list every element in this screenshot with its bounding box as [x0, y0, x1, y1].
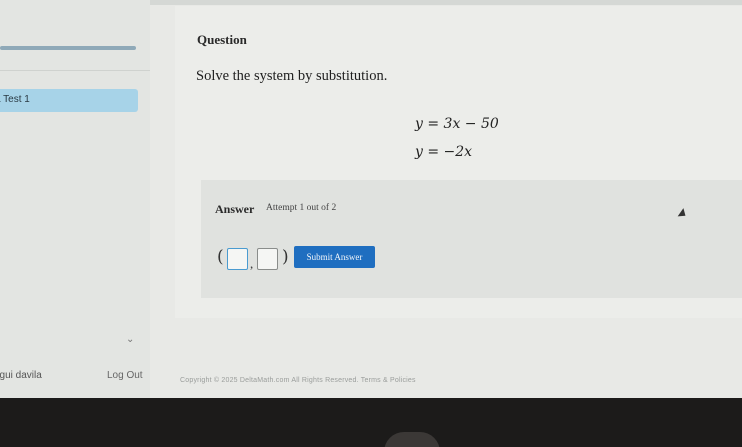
- answer-panel: [201, 180, 742, 298]
- copyright-text: Copyright © 2025 DeltaMath.com All Right…: [180, 377, 416, 384]
- open-paren: (: [217, 247, 224, 267]
- question-prompt: Solve the system by substitution.: [196, 68, 388, 84]
- submit-answer-button[interactable]: Submit Answer: [294, 246, 375, 268]
- progress-bar: [0, 46, 136, 50]
- user-name: egui davila: [0, 370, 42, 381]
- equation-1: y = 3x − 50: [415, 116, 499, 132]
- equation-2: y = −2x: [415, 144, 473, 160]
- screen: a Test 1 egui davila Log Out Question So…: [0, 0, 742, 404]
- logout-link[interactable]: Log Out: [107, 370, 143, 381]
- sidebar-item-test[interactable]: a Test 1: [0, 89, 138, 112]
- monitor-bezel: [0, 398, 742, 447]
- question-heading: Question: [197, 32, 247, 47]
- chevron-down-icon[interactable]: ⌄: [126, 334, 134, 345]
- y-coordinate-input[interactable]: [257, 248, 278, 270]
- comma-separator: ,: [250, 256, 254, 271]
- close-paren: ): [282, 247, 289, 267]
- answer-heading: Answer: [215, 202, 255, 216]
- top-bar: [150, 0, 742, 5]
- sidebar-divider: [0, 70, 150, 71]
- sidebar-item-label: a Test 1: [0, 94, 30, 105]
- x-coordinate-input[interactable]: [227, 248, 248, 270]
- attempt-counter: Attempt 1 out of 2: [266, 203, 337, 213]
